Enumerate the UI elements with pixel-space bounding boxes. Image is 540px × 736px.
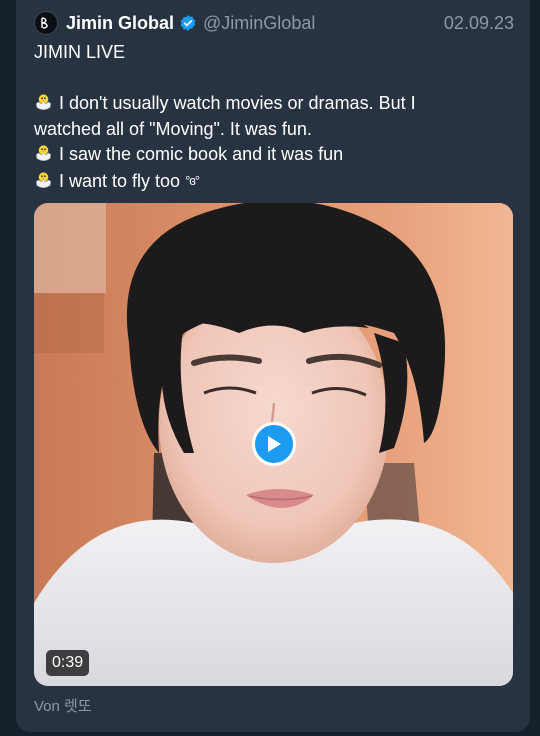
hatching-chick-icon <box>36 94 51 111</box>
verified-badge-icon <box>180 15 196 31</box>
source-credit: Von 렛또 <box>34 698 92 715</box>
video-duration: 0:39 <box>46 650 90 676</box>
tweet-text: JIMIN LIVE I don't usually watch movies … <box>34 40 514 195</box>
tweet-header: Jimin Global @JiminGlobal 02.09.23 <box>34 10 514 36</box>
play-button[interactable] <box>252 422 296 466</box>
display-name[interactable]: Jimin Global <box>66 13 174 34</box>
tweet-line-2-text: I saw the comic book and it was fun <box>59 144 344 165</box>
hatching-chick-icon <box>36 172 51 188</box>
tweet-line-3: I want to fly too °ɞ° <box>34 168 514 195</box>
play-icon <box>268 436 281 452</box>
handle[interactable]: @JiminGlobal <box>203 13 315 34</box>
tweet-line-3-text: I want to fly too <box>59 170 181 191</box>
hatching-chick-icon <box>36 145 51 162</box>
avatar[interactable] <box>34 11 58 35</box>
tweet-line-1a: I don't usually watch movies or dramas. … <box>34 91 514 117</box>
tweet-date[interactable]: 02.09.23 <box>444 13 514 34</box>
tweet-line-2: I saw the comic book and it was fun <box>34 142 514 168</box>
tweet-line-1b: watched all of "Moving". It was fun. <box>34 118 312 139</box>
tweet-title: JIMIN LIVE <box>34 42 126 62</box>
jimin-logo-icon <box>41 17 48 29</box>
tweet-line-1a-text: I don't usually watch movies or dramas. … <box>59 93 416 114</box>
emoticon: °ɞ° <box>185 172 200 188</box>
